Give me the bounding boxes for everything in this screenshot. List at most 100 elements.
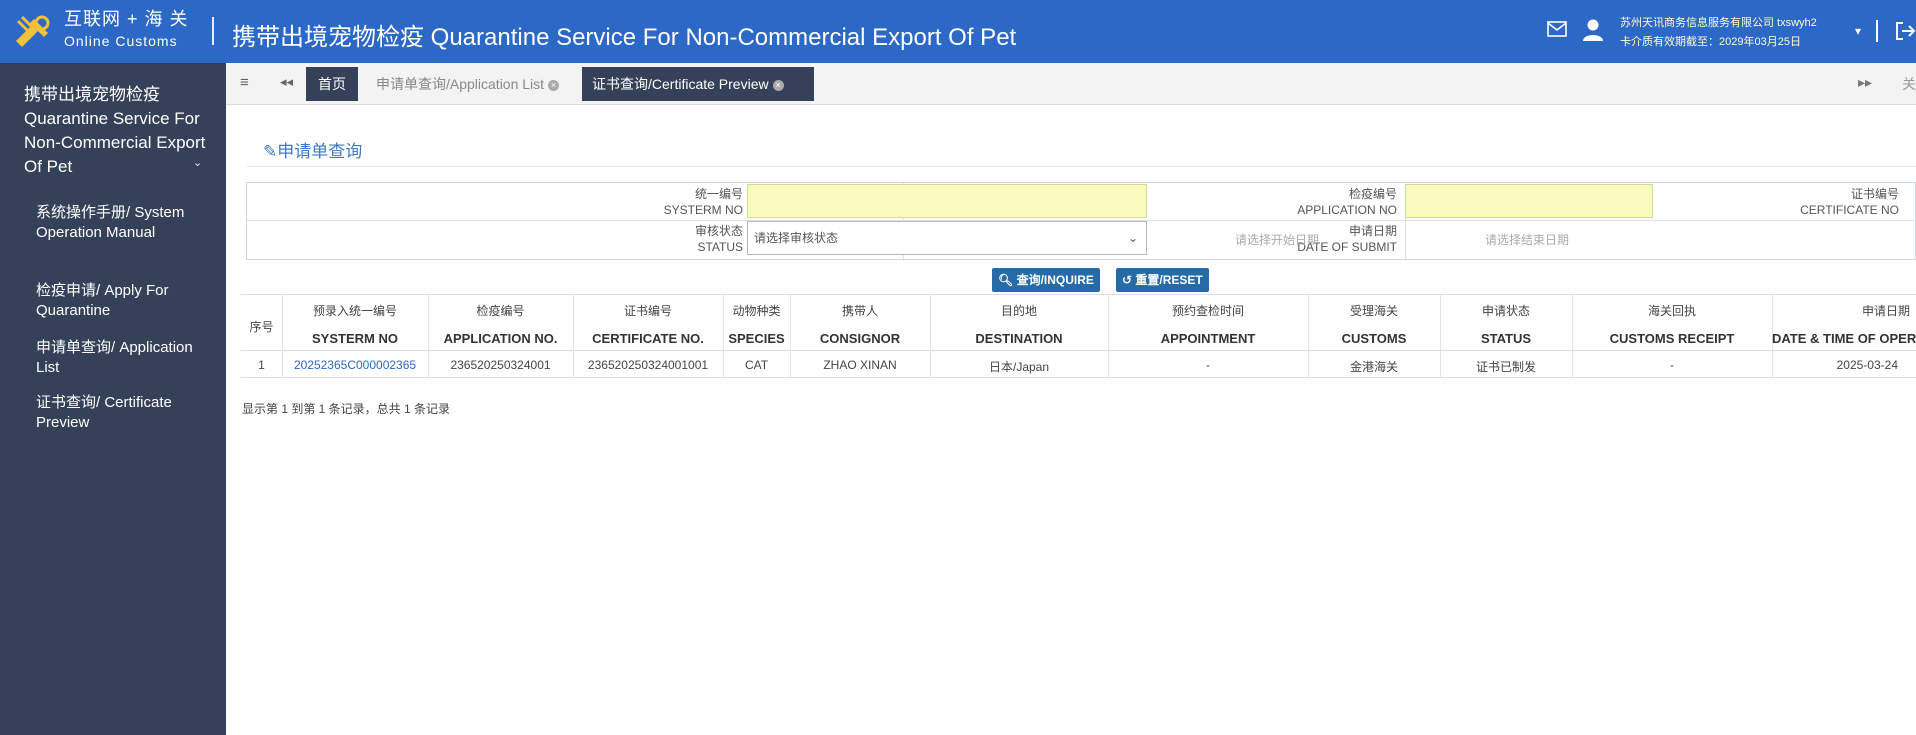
- sidebar-item-apply-quarantine[interactable]: 检疫申请/ Apply For Quarantine: [36, 281, 216, 321]
- table-cell-certificate-no: 236520250324001001: [587, 358, 709, 372]
- table-header-application-no-en[interactable]: APPLICATION NO.: [428, 331, 573, 346]
- table-header-systerm-no-cn: 预录入统一编号: [312, 304, 397, 318]
- table-header-status-cn: 申请状态: [1481, 304, 1530, 318]
- reset-icon: ↺: [1122, 273, 1133, 287]
- table-header-certificate-no-cn: 证书编号: [623, 304, 672, 318]
- table-cell-customs: 金港海关: [1349, 360, 1398, 374]
- inquire-button-label: 查询/INQUIRE: [1016, 273, 1094, 287]
- sidebar-item-application-list[interactable]: 申请单查询/ Application List: [36, 338, 216, 378]
- table-header-status-en[interactable]: STATUS: [1440, 331, 1572, 346]
- tab-application-list-label: 申请单查询/Application List: [376, 76, 545, 92]
- table-header-appointment-en[interactable]: APPOINTMENT: [1108, 331, 1308, 346]
- tab-home[interactable]: 首页: [306, 67, 358, 101]
- table-header-species-en[interactable]: SPECIES: [723, 331, 790, 346]
- account-dropdown-caret-icon[interactable]: ▾: [1855, 24, 1861, 38]
- table-header-consignor-en[interactable]: CONSIGNOR: [790, 331, 930, 346]
- divider: [246, 166, 1916, 167]
- certificate-no-label: 证书编号 CERTIFICATE NO: [1653, 186, 1899, 218]
- sidebar-item-certificate-preview[interactable]: 证书查询/ Certificate Preview: [36, 393, 216, 433]
- inquire-button[interactable]: 🔍︎ 查询/INQUIRE: [992, 268, 1100, 292]
- application-no-label-cn: 检疫编号: [1348, 187, 1397, 201]
- table-cell-index: 1: [258, 358, 265, 372]
- table-header-destination-en[interactable]: DESTINATION: [930, 331, 1108, 346]
- systerm-no-label: 统一编号 SYSTERM NO: [307, 186, 743, 218]
- table-header-customs-en[interactable]: CUSTOMS: [1308, 331, 1440, 346]
- pagination-summary: 显示第 1 到第 1 条记录，总共 1 条记录: [242, 402, 451, 416]
- table-header-customs-cn: 受理海关: [1349, 304, 1398, 318]
- app-title: 携带出境宠物检疫 Quarantine Service For Non-Comm…: [232, 24, 1017, 51]
- tab-certificate-preview-label: 证书查询/Certificate Preview: [592, 76, 769, 92]
- table-cell-systerm-no-link[interactable]: 20252365C000002365: [282, 358, 428, 372]
- card-expiry: 卡介质有效期截至：2029年03月25日: [1620, 36, 1801, 48]
- divider: [241, 350, 1916, 351]
- systerm-no-field[interactable]: [747, 184, 1147, 218]
- application-no-label-en: APPLICATION NO: [1297, 203, 1397, 217]
- sidebar: 携带出境宠物检疫 Quarantine Service For Non-Comm…: [0, 63, 226, 735]
- table-header-application-no-cn: 检疫编号: [476, 304, 525, 318]
- header-divider: [1876, 20, 1878, 42]
- user-icon[interactable]: [1582, 18, 1604, 42]
- table-header-species-cn: 动物种类: [732, 304, 781, 318]
- logo-line1: 互联网 + 海 关: [64, 9, 189, 29]
- search-icon: 🔍︎: [998, 273, 1014, 287]
- table-header-customs-receipt-cn: 海关回执: [1647, 304, 1696, 318]
- logo-text: 互联网 + 海 关 Online Customs: [64, 10, 189, 48]
- table-header-date-en[interactable]: DATE & TIME OF OPER: [1772, 331, 1916, 346]
- scroll-right-icon[interactable]: ▸▸: [1858, 74, 1872, 91]
- status-select-value: 请选择审核状态: [754, 231, 839, 245]
- tab-application-list[interactable]: 申请单查询/Application List ×: [366, 67, 576, 101]
- tab-bar: ≡ ◂◂ 首页 申请单查询/Application List × 证书查询/Cer…: [226, 63, 1916, 105]
- logout-icon[interactable]: [1894, 20, 1916, 42]
- divider: [241, 377, 1916, 378]
- reset-button-label: 重置/RESET: [1135, 273, 1203, 287]
- company-name: 苏州天讯商务信息服务有限公司 txswyh2: [1620, 17, 1817, 29]
- table-header-appointment-cn: 预约查检时间: [1171, 304, 1244, 318]
- table-header-destination-cn: 目的地: [1000, 304, 1037, 318]
- close-icon[interactable]: ×: [772, 79, 784, 91]
- tab-certificate-preview[interactable]: 证书查询/Certificate Preview ×: [582, 67, 814, 101]
- table-header-consignor-cn: 携带人: [841, 304, 878, 318]
- reset-button[interactable]: ↺ 重置/RESET: [1116, 268, 1209, 292]
- status-label-cn: 审核状态: [694, 224, 743, 238]
- table-cell-appointment: -: [1206, 358, 1210, 372]
- customs-emblem-icon: [16, 15, 50, 47]
- menu-toggle-icon[interactable]: ≡: [240, 74, 249, 91]
- table-header-index: 序号: [249, 320, 274, 334]
- page-title: ✎申请单查询: [263, 137, 362, 162]
- user-account-info: 苏州天讯商务信息服务有限公司 txswyh2 卡介质有效期截至：2029年03月…: [1620, 14, 1817, 52]
- systerm-no-label-en: SYSTERM NO: [663, 203, 743, 217]
- table-header-certificate-no-en[interactable]: CERTIFICATE NO.: [573, 331, 723, 346]
- end-date-input[interactable]: 请选择结束日期: [1485, 231, 1569, 248]
- start-date-input[interactable]: 请选择开始日期: [1235, 231, 1319, 248]
- sidebar-item-system-manual[interactable]: 系统操作手册/ System Operation Manual: [36, 203, 216, 243]
- application-no-label: 检疫编号 APPLICATION NO: [1107, 186, 1397, 218]
- table-cell-consignor: ZHAO XINAN: [823, 358, 897, 372]
- table-cell-destination: 日本/Japan: [988, 360, 1050, 374]
- table-header-date-cn: 申请日期: [1861, 304, 1910, 318]
- page-title-text: 申请单查询: [277, 142, 363, 161]
- scroll-left-icon[interactable]: ◂◂: [280, 74, 293, 90]
- mail-icon[interactable]: [1547, 21, 1567, 37]
- sidebar-group-title[interactable]: 携带出境宠物检疫 Quarantine Service For Non-Comm…: [24, 83, 214, 179]
- table-header-customs-receipt-en[interactable]: CUSTOMS RECEIPT: [1572, 331, 1772, 346]
- header-separator: [212, 17, 214, 45]
- status-label: 审核状态 STATUS: [307, 223, 743, 255]
- table-cell-customs-receipt: -: [1670, 358, 1674, 372]
- table-header-systerm-no-en[interactable]: SYSTERM NO: [282, 331, 428, 346]
- status-select[interactable]: 请选择审核状态 ⌄: [747, 221, 1147, 255]
- logo-line2: Online Customs: [64, 33, 178, 49]
- table-cell-date: 2025-03-24: [1836, 358, 1898, 372]
- certificate-no-label-en: CERTIFICATE NO: [1800, 203, 1899, 217]
- top-header: 互联网 + 海 关 Online Customs 携带出境宠物检疫 Quaran…: [0, 0, 1916, 63]
- systerm-no-label-cn: 统一编号: [694, 187, 743, 201]
- status-label-en: STATUS: [697, 240, 743, 254]
- close-tabs-menu[interactable]: 关: [1902, 74, 1916, 94]
- search-form: 统一编号 SYSTERM NO 检疫编号 APPLICATION NO 证书编号…: [246, 182, 1916, 261]
- edit-icon: ✎: [263, 142, 278, 161]
- certificate-no-label-cn: 证书编号: [1850, 187, 1899, 201]
- table-cell-application-no: 236520250324001: [450, 358, 551, 372]
- application-no-field[interactable]: [1405, 184, 1653, 218]
- close-icon[interactable]: ×: [548, 79, 560, 91]
- table-cell-status: 证书已制发: [1475, 360, 1536, 374]
- chevron-down-icon[interactable]: ⌄: [193, 156, 202, 169]
